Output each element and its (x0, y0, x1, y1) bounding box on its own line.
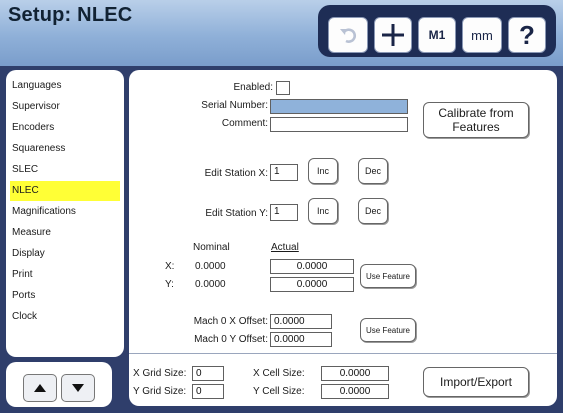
station-x-dec-button[interactable]: Dec (358, 158, 388, 184)
sidebar-item-ports[interactable]: Ports (10, 286, 120, 306)
mach-x-offset-field[interactable]: 0.0000 (270, 314, 332, 329)
enabled-label: Enabled: (233, 82, 273, 93)
comment-field[interactable] (270, 117, 408, 132)
nlec-settings-panel: Enabled: Serial Number: Comment: Calibra… (129, 70, 557, 406)
use-feature-actual-button[interactable]: Use Feature (360, 264, 416, 288)
x-cell-size-field[interactable]: 0.0000 (321, 366, 389, 381)
edit-station-y-label: Edit Station Y: (205, 208, 268, 219)
y-grid-size-label: Y Grid Size: (133, 386, 187, 397)
use-feature-offset-button[interactable]: Use Feature (360, 318, 416, 342)
calibrate-from-features-button[interactable]: Calibrate from Features (423, 102, 529, 138)
station-y-dec-button[interactable]: Dec (358, 198, 388, 224)
sidebar-item-nlec[interactable]: NLEC (10, 181, 120, 201)
x-nominal-value: 0.0000 (195, 261, 226, 272)
scroll-up-button[interactable] (23, 374, 57, 402)
x-actual-field[interactable]: 0.0000 (270, 259, 354, 274)
x-grid-size-field[interactable]: 0 (192, 366, 224, 381)
sidebar-item-magnifications[interactable]: Magnifications (10, 202, 120, 222)
sidebar-item-print[interactable]: Print (10, 265, 120, 285)
y-axis-label: Y: (165, 279, 174, 290)
y-cell-size-label: Y Cell Size: (253, 386, 305, 397)
edit-station-x-label: Edit Station X: (204, 168, 268, 179)
enabled-checkbox[interactable] (276, 81, 290, 95)
y-actual-field[interactable]: 0.0000 (270, 277, 354, 292)
mach-x-offset-label: Mach 0 X Offset: (193, 316, 268, 327)
station-y-inc-button[interactable]: Inc (308, 198, 338, 224)
mach-y-offset-field[interactable]: 0.0000 (270, 332, 332, 347)
crosshair-button[interactable] (374, 17, 412, 53)
help-button[interactable]: ? (508, 17, 546, 53)
x-axis-label: X: (165, 261, 175, 272)
title-bar: Setup: NLEC M1 mm ? (0, 0, 563, 66)
actual-header: Actual (271, 242, 299, 253)
y-grid-size-field[interactable]: 0 (192, 384, 224, 399)
units-mm-button[interactable]: mm (462, 17, 502, 53)
sidebar-item-measure[interactable]: Measure (10, 223, 120, 243)
crosshair-plus-icon (382, 24, 404, 46)
undo-button[interactable] (328, 17, 368, 53)
comment-label: Comment: (221, 118, 268, 129)
mach-y-offset-label: Mach 0 Y Offset: (194, 334, 268, 345)
sidebar-item-display[interactable]: Display (10, 244, 120, 264)
x-grid-size-label: X Grid Size: (133, 368, 187, 379)
page-title: Setup: NLEC (8, 4, 133, 26)
sidebar-item-supervisor[interactable]: Supervisor (10, 97, 120, 117)
serial-number-label: Serial Number: (201, 100, 268, 111)
x-cell-size-label: X Cell Size: (253, 368, 305, 379)
nominal-header: Nominal (193, 242, 230, 253)
scroll-down-button[interactable] (61, 374, 95, 402)
import-export-button[interactable]: Import/Export (423, 367, 529, 397)
edit-station-x-field[interactable]: 1 (270, 164, 298, 181)
sidebar-item-slec[interactable]: SLEC (10, 160, 120, 180)
triangle-down-icon (72, 384, 84, 392)
toolbar: M1 mm ? (318, 5, 556, 57)
sidebar: Languages Supervisor Encoders Squareness… (6, 70, 124, 357)
serial-number-field[interactable] (270, 99, 408, 114)
y-nominal-value: 0.0000 (195, 279, 226, 290)
y-cell-size-field[interactable]: 0.0000 (321, 384, 389, 399)
m1-button[interactable]: M1 (418, 17, 456, 53)
edit-station-y-field[interactable]: 1 (270, 204, 298, 221)
triangle-up-icon (34, 384, 46, 392)
station-x-inc-button[interactable]: Inc (308, 158, 338, 184)
sidebar-item-clock[interactable]: Clock (10, 307, 120, 327)
sidebar-item-encoders[interactable]: Encoders (10, 118, 120, 138)
sidebar-item-languages[interactable]: Languages (10, 76, 120, 96)
undo-arrow-icon (340, 28, 357, 43)
divider (129, 353, 557, 354)
sidebar-item-squareness[interactable]: Squareness (10, 139, 120, 159)
sidebar-scroll-controls (6, 362, 112, 407)
